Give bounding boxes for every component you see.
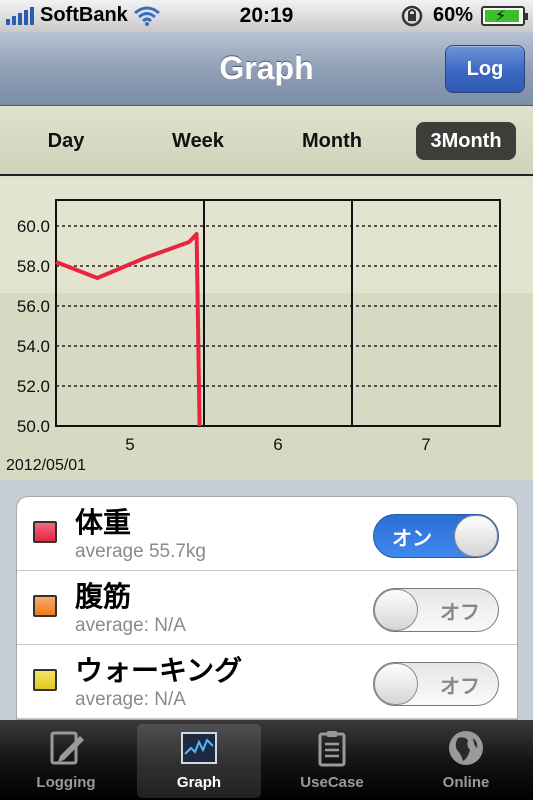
item-average: average 55.7kg xyxy=(75,541,206,562)
segment-3month[interactable]: 3Month xyxy=(416,122,516,160)
y-tick-label: 54.0 xyxy=(17,337,50,356)
x-tick-label: 6 xyxy=(273,435,282,454)
y-tick-label: 50.0 xyxy=(17,417,50,436)
weight-chart: 60.0 58.0 56.0 54.0 52.0 50.0 5 6 7 2012/05/01 xyxy=(0,178,533,480)
item-average: average: N/A xyxy=(75,689,186,710)
y-tick-label: 60.0 xyxy=(17,217,50,236)
segment-day[interactable]: Day xyxy=(16,122,116,160)
tab-bar: Logging Graph UseCase Online xyxy=(0,720,533,800)
battery-icon: ⚡ xyxy=(481,5,528,26)
item-title: ウォーキング xyxy=(75,654,243,687)
list-item[interactable]: ウォーキング average: N/A オフ xyxy=(17,645,517,719)
segment-month[interactable]: Month xyxy=(282,122,382,160)
item-title: 腹筋 xyxy=(75,580,132,613)
tab-usecase[interactable]: UseCase xyxy=(270,724,394,798)
period-selector: Day Week Month 3Month xyxy=(0,106,533,176)
pencil-icon xyxy=(50,731,84,765)
log-button[interactable]: Log xyxy=(445,45,525,93)
status-bar: SoftBank 20:19 60% ⚡ xyxy=(0,0,533,32)
clipboard-icon xyxy=(318,731,346,767)
y-tick-label: 56.0 xyxy=(17,297,50,316)
item-average: average: N/A xyxy=(75,615,186,636)
globe-icon xyxy=(449,731,483,765)
tab-graph[interactable]: Graph xyxy=(137,724,261,798)
tab-logging[interactable]: Logging xyxy=(4,724,128,798)
item-title: 体重 xyxy=(75,506,132,539)
color-swatch xyxy=(33,595,57,617)
tab-online[interactable]: Online xyxy=(404,724,528,798)
color-swatch xyxy=(33,669,57,691)
color-swatch xyxy=(33,521,57,543)
metric-list: 体重 average 55.7kg オン 腹筋 average: N/A オフ … xyxy=(16,496,518,720)
y-tick-label: 52.0 xyxy=(17,377,50,396)
chart-canvas: 60.0 58.0 56.0 54.0 52.0 50.0 5 6 7 xyxy=(0,199,533,480)
y-tick-label: 58.0 xyxy=(17,257,50,276)
graph-icon xyxy=(181,732,217,764)
list-item[interactable]: 腹筋 average: N/A オフ xyxy=(17,571,517,645)
battery-percent: 60% xyxy=(432,4,473,26)
x-tick-label: 7 xyxy=(421,435,430,454)
x-tick-label: 5 xyxy=(125,435,134,454)
navigation-bar: Graph Log xyxy=(0,32,533,106)
toggle-switch[interactable]: オフ xyxy=(373,662,499,706)
list-item[interactable]: 体重 average 55.7kg オン xyxy=(17,497,517,571)
segment-week[interactable]: Week xyxy=(148,122,248,160)
toggle-switch[interactable]: オン xyxy=(373,514,499,558)
toggle-switch[interactable]: オフ xyxy=(373,588,499,632)
rotation-lock-icon xyxy=(401,5,423,26)
chart-start-date: 2012/05/01 xyxy=(6,457,87,474)
